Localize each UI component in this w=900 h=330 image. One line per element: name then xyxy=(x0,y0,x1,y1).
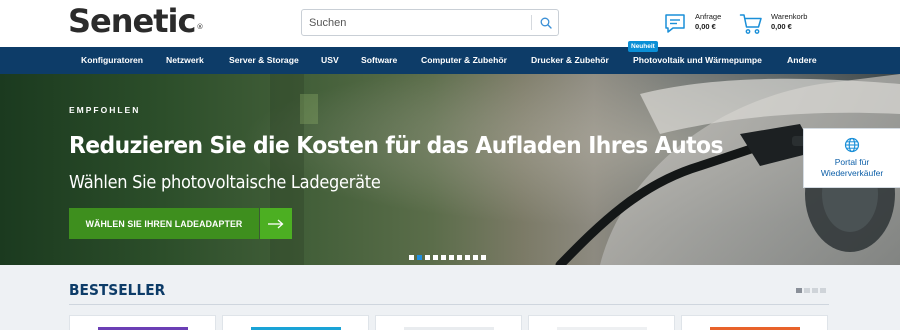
search-button[interactable] xyxy=(532,10,559,35)
shopping-cart-icon xyxy=(739,14,762,34)
slider-dot[interactable] xyxy=(425,255,430,260)
chat-bubble-icon xyxy=(665,14,685,33)
product-card[interactable] xyxy=(681,315,828,330)
slider-dots xyxy=(409,255,489,260)
bestseller-pager xyxy=(796,288,828,293)
section-divider xyxy=(69,304,829,305)
inquiry-value: 0,00 € xyxy=(695,22,716,31)
new-badge: Neuheit xyxy=(628,41,658,52)
hero-banner[interactable]: EMPFOHLEN Reduzieren Sie die Kosten für … xyxy=(0,74,900,265)
senetic-logo[interactable]: Senetic® xyxy=(68,2,203,40)
nav-item-netzwerk[interactable]: Netzwerk xyxy=(166,47,204,74)
product-card[interactable] xyxy=(528,315,675,330)
choose-adapter-button[interactable]: WÄHLEN SIE IHREN LADEADAPTER xyxy=(69,208,259,239)
globe-icon xyxy=(844,137,860,153)
search-box xyxy=(301,9,559,36)
site-header: Senetic® Anfrage 0,00 € Warenkor xyxy=(0,0,900,47)
product-card[interactable] xyxy=(69,315,216,330)
search-icon xyxy=(540,17,552,29)
nav-item-drucker-zubehoer[interactable]: Drucker & Zubehör xyxy=(531,47,609,74)
hero-title: Reduzieren Sie die Kosten für das Auflad… xyxy=(69,131,724,159)
arrow-right-icon xyxy=(268,219,284,228)
hero-subtitle: Wählen Sie photovoltaische Ladegeräte xyxy=(69,172,381,193)
cart-link[interactable]: Warenkorb 0,00 € xyxy=(739,12,807,36)
nav-item-usv[interactable]: USV xyxy=(321,47,339,74)
cta-arrow-button[interactable] xyxy=(260,208,292,239)
portal-label-line2: Wiederverkäufer xyxy=(820,168,884,178)
nav-item-computer-zubehoer[interactable]: Computer & Zubehör xyxy=(421,47,507,74)
slider-dot[interactable] xyxy=(409,255,414,260)
nav-item-software[interactable]: Software xyxy=(361,47,397,74)
pager-dot[interactable] xyxy=(796,288,802,293)
slider-dot[interactable] xyxy=(473,255,478,260)
slider-dot[interactable] xyxy=(465,255,470,260)
product-card[interactable] xyxy=(375,315,522,330)
slider-dot[interactable] xyxy=(441,255,446,260)
inquiry-link[interactable]: Anfrage 0,00 € xyxy=(663,12,721,36)
portal-label-line1: Portal für xyxy=(834,157,870,167)
registered-mark: ® xyxy=(196,23,203,31)
logo-text: Senetic xyxy=(68,2,196,40)
slider-dot[interactable] xyxy=(417,255,422,260)
cart-value: 0,00 € xyxy=(771,22,792,31)
slider-dot[interactable] xyxy=(481,255,486,260)
slider-dot[interactable] xyxy=(457,255,462,260)
hero-eyebrow: EMPFOHLEN xyxy=(69,105,141,115)
slider-dot[interactable] xyxy=(433,255,438,260)
bestseller-section: BESTSELLER xyxy=(0,265,900,330)
nav-item-konfiguratoren[interactable]: Konfiguratoren xyxy=(81,47,143,74)
bestseller-title: BESTSELLER xyxy=(69,281,166,299)
inquiry-label: Anfrage xyxy=(695,12,722,21)
pager-dot[interactable] xyxy=(804,288,810,293)
nav-item-server-storage[interactable]: Server & Storage xyxy=(229,47,299,74)
slider-dot[interactable] xyxy=(449,255,454,260)
cart-label: Warenkorb xyxy=(771,12,808,21)
search-input[interactable] xyxy=(302,10,530,35)
reseller-portal-button[interactable]: Portal für Wiederverkäufer xyxy=(803,128,900,188)
nav-item-andere[interactable]: Andere xyxy=(787,47,817,74)
pager-dot[interactable] xyxy=(820,288,826,293)
main-navigation: Konfiguratoren Netzwerk Server & Storage… xyxy=(0,41,900,74)
product-card[interactable] xyxy=(222,315,369,330)
pager-dot[interactable] xyxy=(812,288,818,293)
